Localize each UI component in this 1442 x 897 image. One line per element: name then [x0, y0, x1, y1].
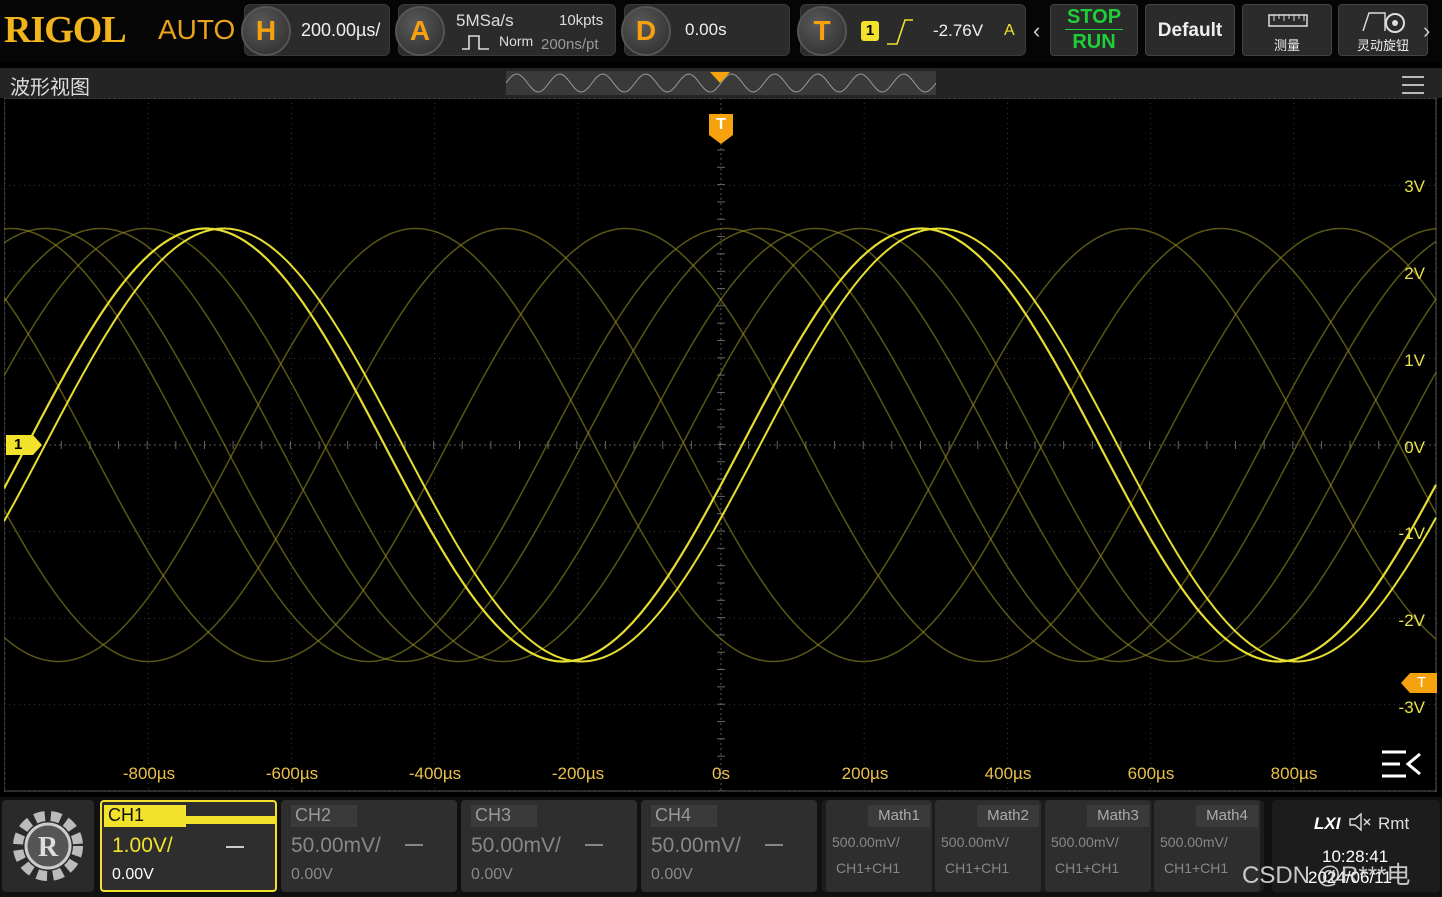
- ch4-panel[interactable]: CH4 50.00mV/ 0.00V: [641, 800, 817, 892]
- trigger-source-badge: 1: [861, 21, 879, 41]
- chevron-left-icon[interactable]: ‹: [1033, 18, 1040, 44]
- measure-button[interactable]: 测量: [1242, 4, 1332, 56]
- watermark: CSDN @R***电: [1242, 862, 1411, 889]
- run-label: RUN: [1072, 31, 1116, 53]
- window-title: 波形视图: [10, 77, 90, 99]
- dc-coupling-icon: [226, 846, 244, 854]
- ch4-offset: 0.00V: [651, 866, 693, 883]
- math1-source: CH1+CH1: [836, 860, 901, 876]
- ch3-offset: 0.00V: [471, 866, 513, 883]
- acquire-badge[interactable]: A: [395, 6, 445, 56]
- y-label-neg3v: -3V: [1398, 698, 1425, 717]
- x-label-0: 0s: [712, 764, 730, 783]
- ch2-tag: CH2: [291, 805, 357, 827]
- ch1-offset: 0.00V: [112, 866, 154, 883]
- x-label-neg200: -200µs: [551, 764, 605, 783]
- timebase-value: 200.00µs/: [301, 20, 381, 40]
- ruler-icon: [1268, 14, 1308, 27]
- gear-icon: R: [13, 811, 83, 881]
- waveform-window-title-bar: 波形视图: [0, 68, 1442, 99]
- math1-tag: Math1: [868, 805, 930, 827]
- math4-source: CH1+CH1: [1164, 860, 1229, 876]
- bottom-bar: R CH1 1.00V/ 0.00V CH2 50.00mV/ 0.00V CH…: [0, 797, 1442, 897]
- x-label-200: 200µs: [841, 764, 889, 783]
- math2-scale: 500.00mV/: [941, 834, 1009, 850]
- auto-button[interactable]: AUTO: [158, 14, 235, 46]
- math1-panel[interactable]: Math1 500.00mV/ CH1+CH1: [826, 800, 932, 892]
- knob-button[interactable]: 灵动旋钮: [1338, 4, 1428, 56]
- waveform-display[interactable]: 3V 2V 1V 0V -1V -2V -3V -800µs -600µs -4…: [4, 98, 1437, 792]
- math3-source: CH1+CH1: [1055, 860, 1120, 876]
- x-label-400: 400µs: [984, 764, 1032, 783]
- math2-tag: Math2: [977, 805, 1039, 827]
- ch1-tag: CH1: [104, 805, 186, 827]
- acquire-pulse-icon: [462, 35, 489, 50]
- x-label-neg400: -400µs: [408, 764, 462, 783]
- ch1-scale: 1.00V/: [112, 834, 173, 857]
- x-label-neg800: -800µs: [122, 764, 176, 783]
- delay-value: 0.00s: [685, 20, 727, 39]
- x-label-neg600: -600µs: [265, 764, 319, 783]
- x-label-600: 600µs: [1127, 764, 1175, 783]
- ch3-scale: 50.00mV/: [471, 834, 561, 857]
- trigger-level: -2.76V: [933, 21, 984, 40]
- ch3-panel[interactable]: CH3 50.00mV/ 0.00V: [461, 800, 637, 892]
- acquire-mode: Norm: [499, 33, 534, 49]
- y-label-neg1v: -1V: [1398, 524, 1425, 543]
- top-toolbar: RIGOL AUTO 200.00µs/ H 5MSa/s 10kpts Nor…: [0, 0, 1442, 63]
- ch3-tag: CH3: [471, 805, 537, 827]
- dc-coupling-icon: [765, 844, 783, 852]
- dc-coupling-icon: [405, 844, 423, 852]
- measure-label: 测量: [1273, 38, 1300, 53]
- home-button[interactable]: R: [2, 800, 94, 892]
- waveform-canvas: [4, 98, 1437, 792]
- math1-scale: 500.00mV/: [832, 834, 900, 850]
- rising-edge-icon: [887, 19, 913, 45]
- math2-source: CH1+CH1: [945, 860, 1010, 876]
- y-label-1v: 1V: [1404, 351, 1425, 370]
- collapse-menu-icon[interactable]: [1380, 748, 1424, 780]
- horizontal-badge[interactable]: H: [241, 6, 291, 56]
- memory-overview-strip[interactable]: [506, 71, 936, 95]
- menu-icon[interactable]: [1402, 76, 1424, 94]
- dc-coupling-icon: [585, 844, 603, 852]
- ch2-scale: 50.00mV/: [291, 834, 381, 857]
- math4-scale: 500.00mV/: [1160, 834, 1228, 850]
- knob-label: 灵动旋钮: [1356, 38, 1409, 53]
- math2-panel[interactable]: Math2 500.00mV/ CH1+CH1: [935, 800, 1041, 892]
- math3-tag: Math3: [1087, 805, 1149, 827]
- remote-label: Rmt: [1378, 814, 1410, 833]
- resolution: 200ns/pt: [541, 36, 599, 53]
- stop-run-button[interactable]: STOP RUN: [1050, 4, 1138, 56]
- default-button[interactable]: Default: [1145, 4, 1235, 56]
- stop-label: STOP: [1066, 6, 1122, 28]
- knob-icon: [1362, 12, 1405, 33]
- ch1-panel[interactable]: CH1 1.00V/ 0.00V: [100, 800, 277, 892]
- math3-panel[interactable]: Math3 500.00mV/ CH1+CH1: [1045, 800, 1151, 892]
- chevron-right-icon[interactable]: ›: [1423, 18, 1430, 44]
- y-label-3v: 3V: [1404, 177, 1425, 196]
- svg-text:R: R: [38, 832, 59, 863]
- lxi-label: LXI: [1314, 814, 1341, 833]
- y-label-0v: 0V: [1404, 438, 1425, 457]
- ch2-offset: 0.00V: [291, 866, 333, 883]
- trigger-badge[interactable]: T: [797, 6, 847, 56]
- y-label-2v: 2V: [1404, 264, 1425, 283]
- speaker-muted-icon[interactable]: [1348, 812, 1372, 832]
- rigol-logo: RIGOL: [4, 9, 127, 51]
- math3-scale: 500.00mV/: [1051, 834, 1119, 850]
- memory-depth: 10kpts: [559, 12, 604, 29]
- trigger-sweep: A: [1004, 22, 1015, 39]
- ch4-scale: 50.00mV/: [651, 834, 741, 857]
- sample-rate: 5MSa/s: [456, 11, 514, 30]
- y-label-neg2v: -2V: [1398, 611, 1425, 630]
- x-label-800: 800µs: [1270, 764, 1318, 783]
- math4-tag: Math4: [1196, 805, 1258, 827]
- ch2-panel[interactable]: CH2 50.00mV/ 0.00V: [281, 800, 457, 892]
- delay-badge[interactable]: D: [621, 6, 671, 56]
- ch4-tag: CH4: [651, 805, 717, 827]
